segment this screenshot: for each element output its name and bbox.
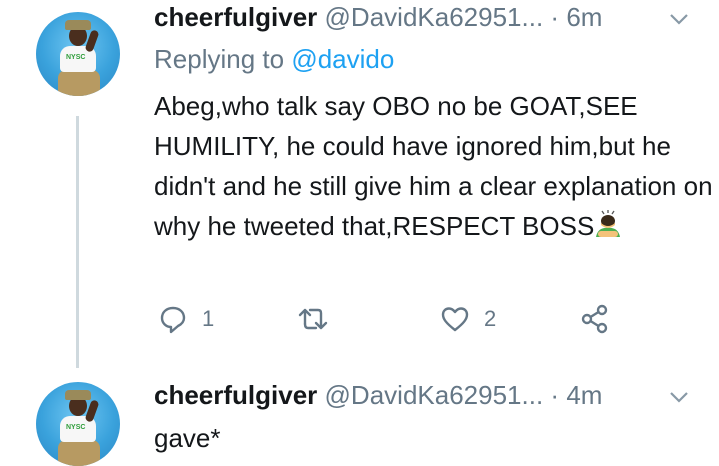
display-name[interactable]: cheerfulgiver [154,380,317,410]
user-handle[interactable]: @DavidKa62951... [325,2,544,32]
reply-button[interactable]: 1 [158,304,214,334]
avatar[interactable]: NYSC [36,382,120,466]
user-handle[interactable]: @DavidKa62951... [325,380,544,410]
replying-to: Replying to @davido [154,44,395,74]
reply-count: 1 [202,306,215,331]
heart-icon [441,307,469,332]
tweet-header: cheerfulgiver @DavidKa62951... · 6m [154,2,603,32]
share-button[interactable] [580,304,610,334]
chevron-down-icon[interactable] [668,386,690,408]
retweet-button[interactable] [298,304,342,334]
chevron-down-icon[interactable] [668,8,690,30]
person-bowing-emoji [596,210,621,237]
avatar[interactable]: NYSC [36,12,120,96]
timestamp[interactable]: 6m [566,2,602,32]
tweet-text: Abeg,who talk say OBO no be GOAT,SEE HUM… [154,91,713,241]
tweet-text: gave* [154,423,221,453]
thread-line [76,116,79,368]
retweet-icon [298,308,328,330]
tweet-header: cheerfulgiver @DavidKa62951... · 4m [154,380,603,410]
like-count: 2 [484,306,497,331]
mention-link[interactable]: @davido [291,44,394,74]
reply-icon [160,306,186,334]
like-button[interactable]: 2 [440,304,496,334]
share-icon [581,304,608,334]
display-name[interactable]: cheerfulgiver [154,2,317,32]
timestamp[interactable]: 4m [566,380,602,410]
